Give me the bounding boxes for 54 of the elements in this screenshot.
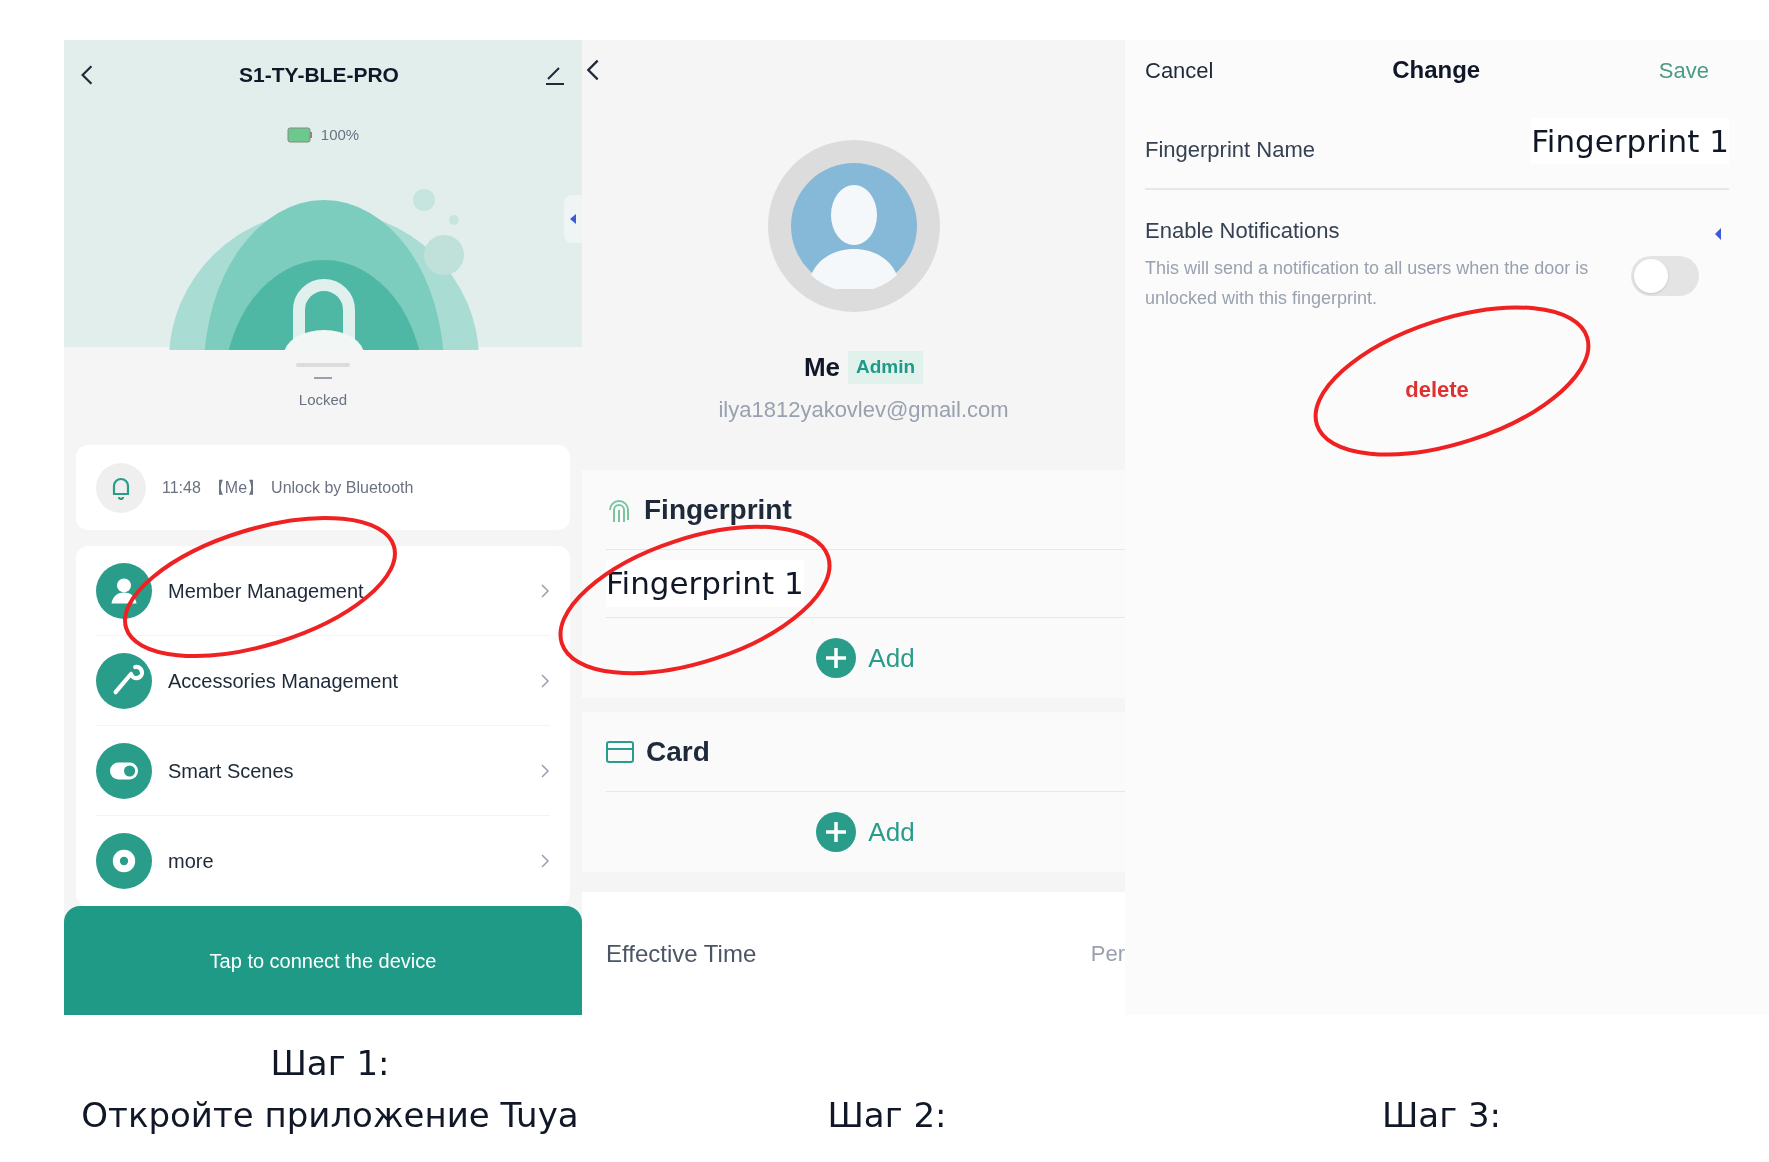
menu-item[interactable]: Member Management (96, 546, 550, 637)
menu-item[interactable]: more (96, 816, 550, 907)
person-icon (96, 562, 152, 619)
triangle-left-icon (570, 214, 576, 224)
setting-label: Enable Notifications (1145, 217, 1341, 245)
section-title: Card (646, 734, 710, 769)
edit-icon[interactable] (544, 64, 566, 86)
cancel-button[interactable]: Cancel (1145, 53, 1214, 87)
role-badge: Admin (848, 351, 924, 384)
field-label: Fingerprint Name (1145, 135, 1315, 164)
event-description: Unlock by Bluetooth (271, 477, 414, 498)
back-icon[interactable] (80, 64, 94, 86)
delete-button[interactable]: delete (1405, 373, 1469, 406)
user-silhouette-icon (790, 163, 917, 289)
user-email: ilya1812yakovlev@gmail.com (717, 396, 1010, 424)
menu-item-label: Accessories Management (168, 668, 400, 694)
menu-item-label: Smart Scenes (168, 758, 295, 784)
step-caption: Откройте приложение Tuya (81, 1094, 579, 1137)
setting-description: This will send a notification to all users when the door is unlocked with this fingerprint. (1145, 257, 1590, 310)
triangle-left-icon (1715, 228, 1721, 240)
menu-item-label: more (168, 849, 215, 875)
lock-status: Locked (298, 389, 348, 410)
credential-name[interactable]: Fingerprint 1 (606, 560, 804, 607)
step-caption: Шаг 2: (827, 1094, 947, 1137)
card-icon (606, 740, 634, 763)
chevron-right-icon (540, 762, 550, 779)
settings-icon (96, 833, 152, 890)
section-title: Fingerprint (644, 492, 792, 527)
chevron-right-icon (540, 672, 550, 689)
fingerprint-name-value[interactable]: Fingerprint 1 (1531, 117, 1729, 165)
effective-time-label: Effective Time (606, 938, 757, 969)
add-icon (816, 638, 857, 678)
chevron-right-icon (540, 582, 550, 599)
step-caption: Шаг 1: (270, 1042, 390, 1085)
step-caption: Шаг 3: (1382, 1094, 1501, 1137)
wrench-icon (96, 652, 152, 709)
event-time: 11:48 (162, 477, 201, 498)
bell-icon (96, 462, 146, 513)
effective-time-value: Per (1090, 940, 1125, 968)
menu-item[interactable]: Accessories Management (96, 636, 550, 727)
notifications-switch[interactable] (1631, 256, 1699, 296)
chevron-right-icon (540, 853, 550, 870)
toggle-icon (96, 742, 152, 799)
battery-icon (286, 127, 313, 144)
side-handle[interactable] (564, 195, 582, 243)
drag-handle[interactable] (296, 362, 350, 367)
battery-percentage: 100% (320, 125, 360, 145)
device-title: S1-TY-BLE-PRO (239, 62, 399, 89)
screen-title: Change (1392, 55, 1481, 85)
menu-item[interactable]: Smart Scenes (96, 726, 550, 817)
user-name: Me (803, 351, 840, 384)
menu-item-label: Member Management (168, 578, 365, 604)
add-icon (816, 812, 857, 852)
event-user: 【Me】 (208, 477, 264, 498)
